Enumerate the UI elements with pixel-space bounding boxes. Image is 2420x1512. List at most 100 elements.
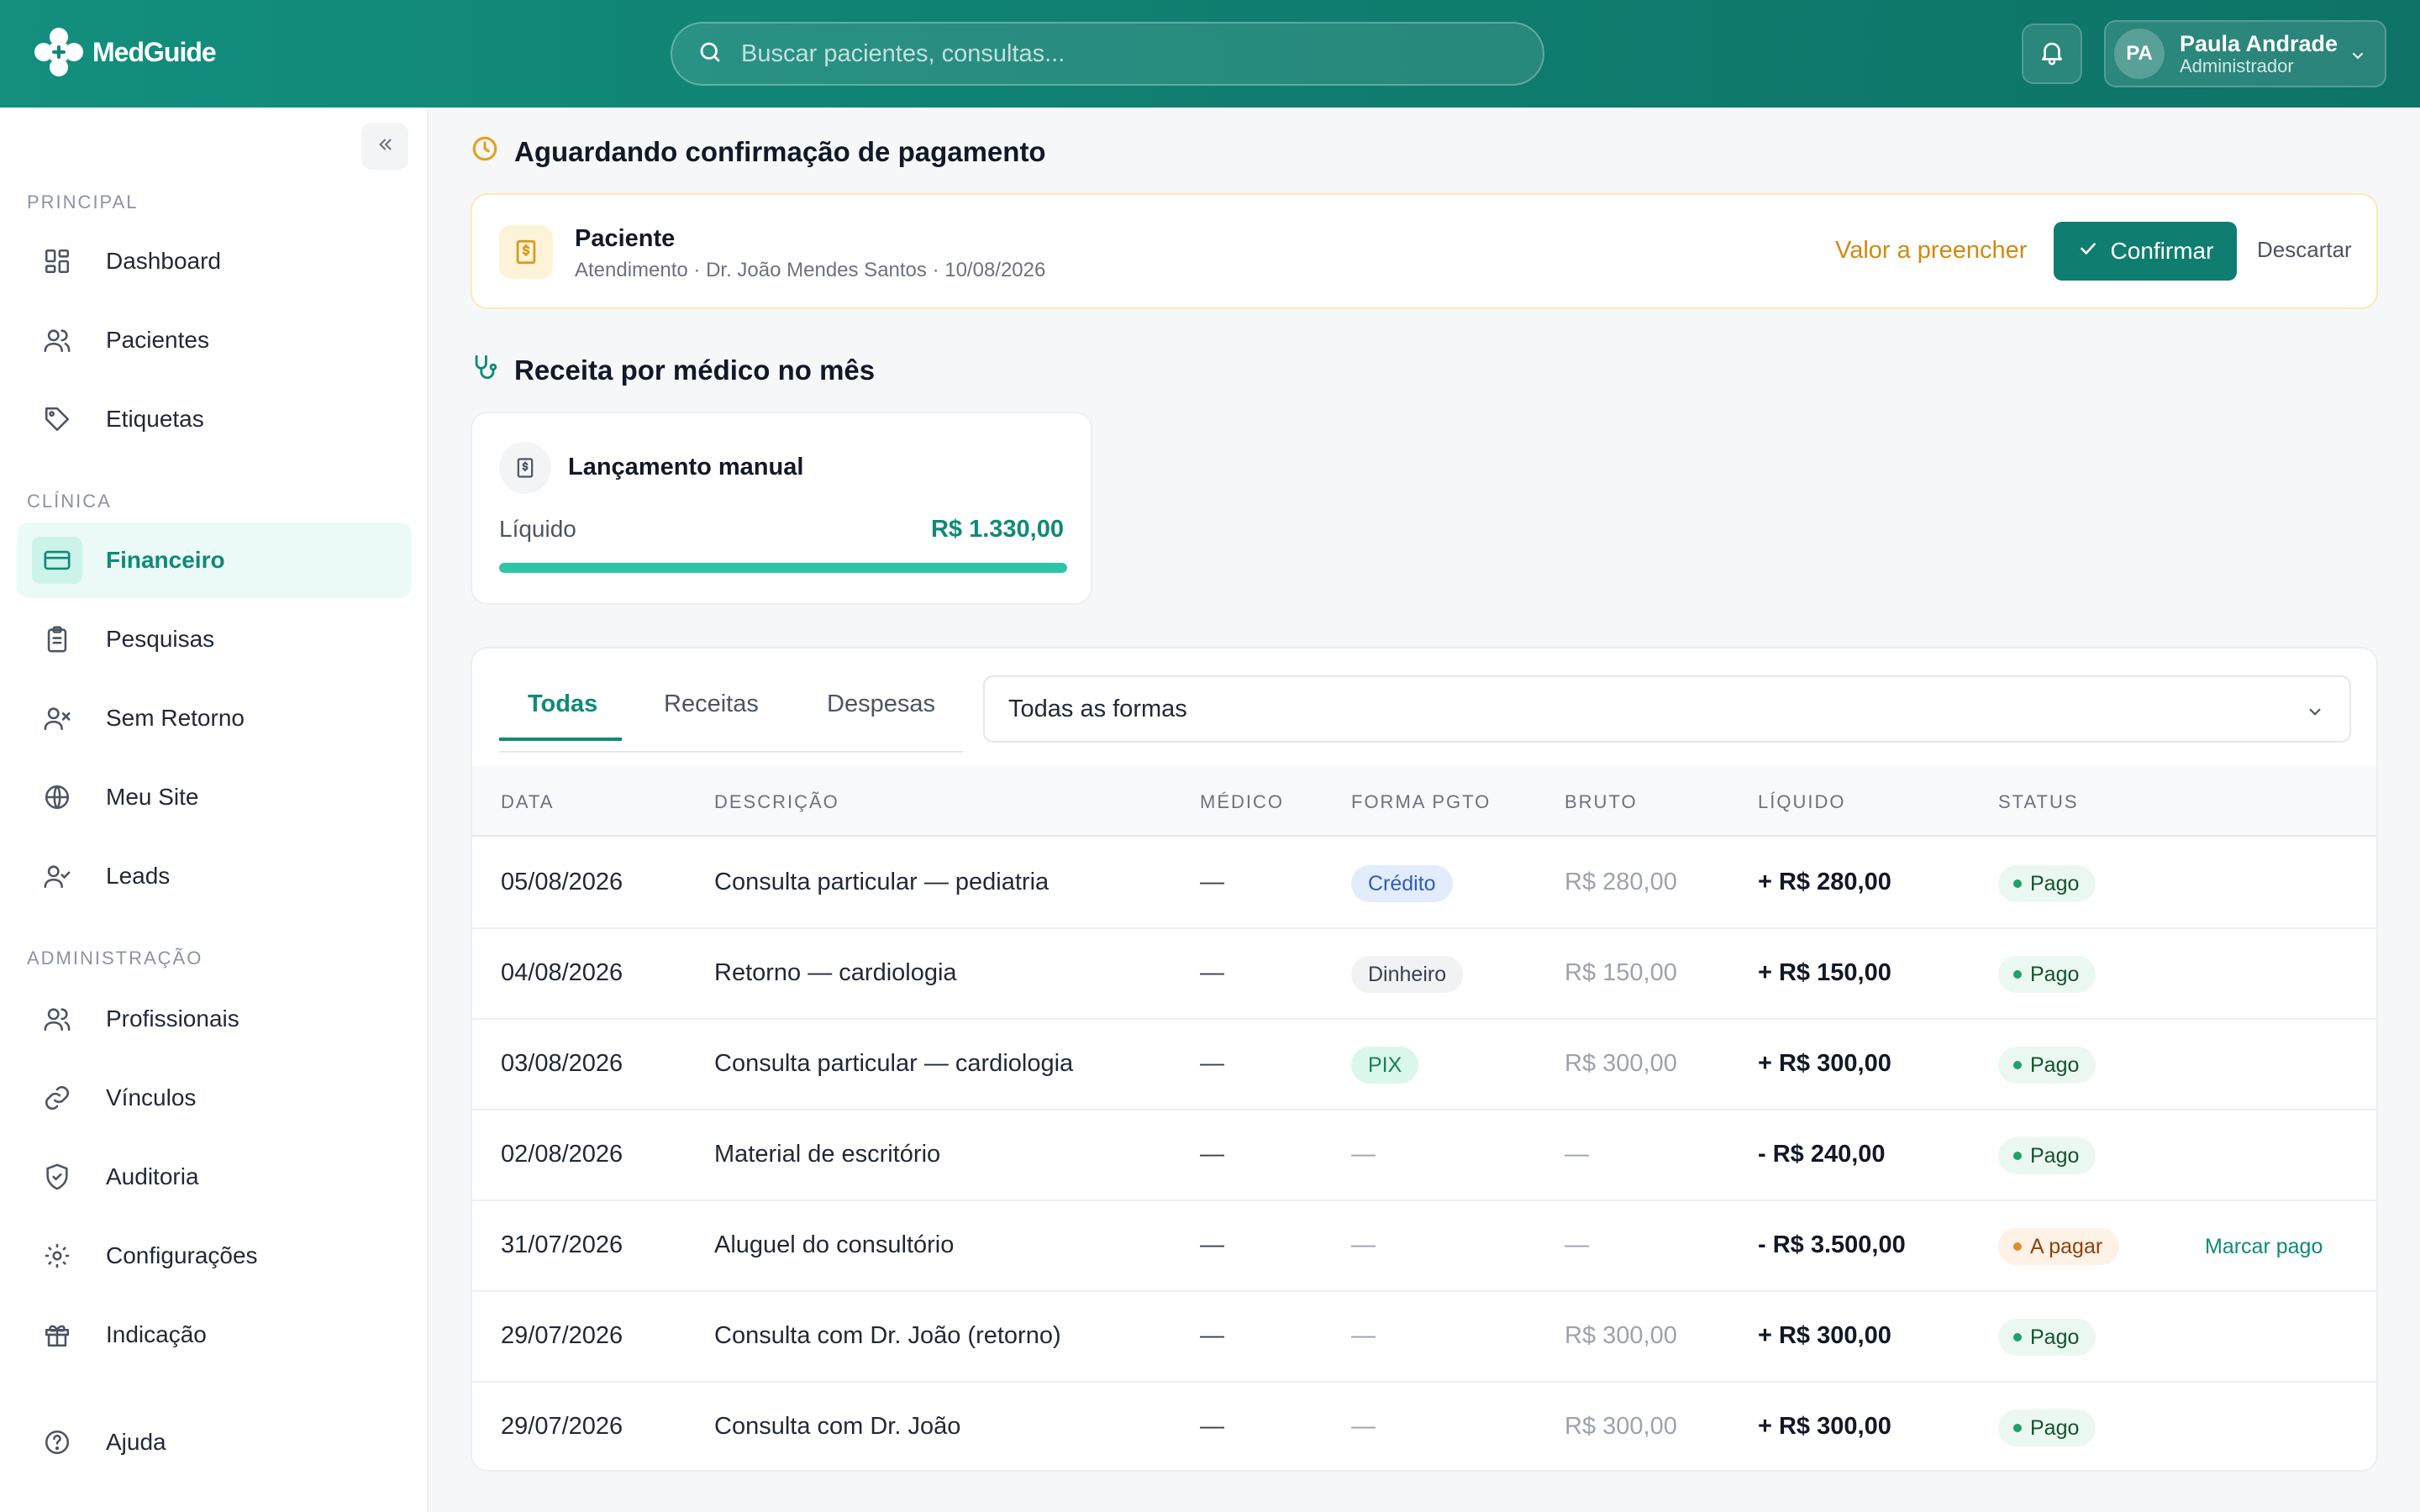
notifications-button[interactable] xyxy=(2022,24,2082,84)
bell-icon xyxy=(2038,38,2066,71)
section-label-principal: PRINCIPAL xyxy=(27,192,139,213)
pending-details: Atendimento · Dr. João Mendes Santos · 1… xyxy=(575,259,1046,281)
sidebar-item-leads[interactable]: Leads xyxy=(17,838,412,914)
column-header-gross: BRUTO xyxy=(1565,791,1638,812)
brand-logo[interactable]: MedGuide xyxy=(32,25,217,79)
cell-gross: R$ 150,00 xyxy=(1565,959,1677,986)
sidebar-item-label: Profissionais xyxy=(106,1005,239,1032)
user-menu[interactable]: PA Paula Andrade Administrador xyxy=(2104,20,2386,87)
sidebar-item-sem-retorno[interactable]: Sem Retorno xyxy=(17,680,412,756)
gift-icon xyxy=(40,1318,74,1352)
cell-doctor: — xyxy=(1200,1413,1224,1440)
pending-title-text: Aguardando confirmação de pagamento xyxy=(514,136,1046,167)
table-row[interactable]: 02/08/2026 Material de escritório — — — - R$ … xyxy=(472,1110,2376,1201)
cell-gross: R$ 300,00 xyxy=(1565,1050,1677,1077)
search-bar[interactable] xyxy=(671,22,1544,86)
status-badge: Pago xyxy=(1998,1410,2096,1446)
sidebar-item-pesquisas[interactable]: Pesquisas xyxy=(17,601,412,677)
cell-net: + R$ 300,00 xyxy=(1758,1413,1891,1440)
cell-date: 29/07/2026 xyxy=(501,1322,623,1349)
payment-method-badge: Crédito xyxy=(1351,865,1453,902)
cell-payment: — xyxy=(1351,1231,1376,1258)
cell-gross: R$ 300,00 xyxy=(1565,1322,1677,1349)
cell-doctor: — xyxy=(1200,869,1224,895)
logo-icon xyxy=(32,25,86,79)
sidebar-item-label: Ajuda xyxy=(106,1429,166,1455)
status-label: Pago xyxy=(2030,1143,2080,1168)
sidebar-item-label: Indicação xyxy=(106,1321,207,1347)
collapse-sidebar-button[interactable] xyxy=(361,123,408,170)
users-icon xyxy=(40,323,74,357)
status-dot-icon xyxy=(2013,970,2022,979)
mark-paid-link[interactable]: Marcar pago xyxy=(2205,1235,2323,1259)
sidebar-item-dashboard[interactable]: Dashboard xyxy=(17,223,412,299)
sidebar-item-label: Configurações xyxy=(106,1242,258,1268)
cell-payment: — xyxy=(1351,1141,1376,1168)
cell-gross: R$ 300,00 xyxy=(1565,1413,1677,1440)
table-row[interactable]: 03/08/2026 Consulta particular — cardiolo… xyxy=(472,1020,2376,1110)
gear-icon xyxy=(40,1239,74,1273)
status-label: Pago xyxy=(2030,871,2080,895)
pending-payment-card: Paciente Atendimento · Dr. João Mendes S… xyxy=(471,193,2378,309)
value-to-fill-link[interactable]: Valor a preencher xyxy=(1835,237,2027,265)
sidebar-item-vinculos[interactable]: Vínculos xyxy=(17,1060,412,1136)
confirm-button[interactable]: Confirmar xyxy=(2054,222,2237,281)
revenue-section-title: Receita por médico no mês xyxy=(471,353,875,388)
sidebar-item-ajuda[interactable]: Ajuda xyxy=(17,1404,412,1480)
cell-doctor: — xyxy=(1200,1141,1224,1168)
sidebar-item-configuracoes[interactable]: Configurações xyxy=(17,1218,412,1294)
cell-net: - R$ 3.500,00 xyxy=(1758,1231,1906,1258)
chevrons-left-icon xyxy=(374,134,396,160)
column-header-date: DATA xyxy=(501,791,555,812)
table-row[interactable]: 29/07/2026 Consulta com Dr. João — — R$ 300,… xyxy=(472,1383,2376,1470)
active-tab-indicator xyxy=(499,738,622,741)
sidebar-item-auditoria[interactable]: Auditoria xyxy=(17,1139,412,1215)
search-input[interactable] xyxy=(741,39,1543,68)
globe-icon xyxy=(40,780,74,814)
column-header-net: LÍQUIDO xyxy=(1758,791,1846,812)
clock-icon xyxy=(471,134,499,170)
transactions-card: Todas Receitas Despesas Todas as formas … xyxy=(471,647,2378,1472)
status-badge: Pago xyxy=(1998,956,2096,993)
credit-card-icon xyxy=(32,537,82,584)
doctor-revenue-card: Lançamento manual Líquido R$ 1.330,00 xyxy=(471,412,1092,605)
sidebar-item-profissionais[interactable]: Profissionais xyxy=(17,981,412,1057)
table-row[interactable]: 29/07/2026 Consulta com Dr. João (retorno… xyxy=(472,1292,2376,1383)
table-row[interactable]: 05/08/2026 Consulta particular — pediatri… xyxy=(472,838,2376,929)
sidebar-item-indicacao[interactable]: Indicação xyxy=(17,1297,412,1373)
table-header: DATA DESCRIÇÃO MÉDICO FORMA PGTO BRUTO L… xyxy=(472,766,2376,837)
receipt-icon xyxy=(499,442,551,494)
table-row[interactable]: 31/07/2026 Aluguel do consultório — — — - R$ … xyxy=(472,1201,2376,1292)
user-check-icon xyxy=(40,859,74,893)
pending-section-title: Aguardando confirmação de pagamento xyxy=(471,134,1046,170)
cell-payment: — xyxy=(1351,1413,1376,1440)
user-x-icon xyxy=(40,701,74,735)
payment-method-badge: Dinheiro xyxy=(1351,956,1464,993)
liquid-label: Líquido xyxy=(499,516,576,542)
tab-todas[interactable]: Todas xyxy=(528,690,597,733)
sidebar-item-label: Auditoria xyxy=(106,1163,199,1189)
users-icon xyxy=(40,1002,74,1036)
table-row[interactable]: 04/08/2026 Retorno — cardiologia — Dinheiro… xyxy=(472,929,2376,1020)
sidebar-item-label: Meu Site xyxy=(106,784,199,810)
tab-despesas[interactable]: Despesas xyxy=(827,690,935,733)
user-name: Paula Andrade xyxy=(2180,31,2338,56)
discard-button[interactable]: Descartar xyxy=(2257,237,2352,263)
cell-doctor: — xyxy=(1200,1231,1224,1258)
cell-doctor: — xyxy=(1200,1322,1224,1349)
status-dot-icon xyxy=(2013,1152,2022,1160)
sidebar-item-pacientes[interactable]: Pacientes xyxy=(17,302,412,378)
sidebar-item-financeiro[interactable]: Financeiro xyxy=(17,522,412,598)
sidebar-item-label: Pacientes xyxy=(106,327,209,353)
cell-gross: — xyxy=(1565,1141,1589,1168)
clipboard-icon xyxy=(40,622,74,656)
sidebar-item-meu-site[interactable]: Meu Site xyxy=(17,759,412,835)
sidebar-item-label: Etiquetas xyxy=(106,406,204,432)
status-label: A pagar xyxy=(2030,1234,2103,1258)
cell-net: - R$ 240,00 xyxy=(1758,1141,1886,1168)
sidebar-item-label: Leads xyxy=(106,863,171,889)
cell-date: 03/08/2026 xyxy=(501,1050,623,1077)
sidebar-item-etiquetas[interactable]: Etiquetas xyxy=(17,381,412,457)
payment-method-select[interactable]: Todas as formas xyxy=(983,675,2351,743)
tab-receitas[interactable]: Receitas xyxy=(664,690,759,733)
